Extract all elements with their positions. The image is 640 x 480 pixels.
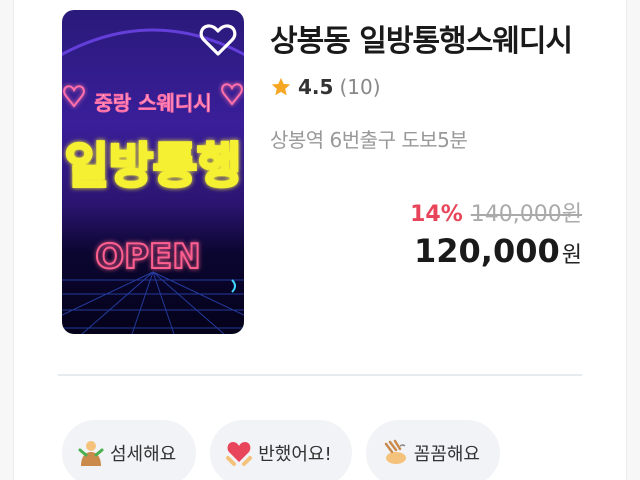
original-price: 140,000원 (470, 202, 582, 227)
star-icon (271, 77, 291, 96)
review-tag-label: 반했어요! (258, 444, 332, 465)
heart-hug-icon (226, 442, 253, 466)
listing-card[interactable]: 중랑 스웨디시 일방통행 OPEN 상봉동 일방통행스웨디시 4.5 (10) … (14, 0, 626, 480)
price-row: 14% 140,000원 (410, 196, 582, 228)
thumbnail-line1: 중랑 스웨디시 (94, 91, 211, 115)
right-edge (626, 0, 640, 480)
rating: 4.5 (10) (270, 72, 381, 102)
neon-sign-image: 중랑 스웨디시 일방통행 OPEN (62, 28, 244, 334)
thumbnail-line3: OPEN (95, 237, 201, 277)
divider (58, 374, 582, 376)
page: 중랑 스웨디시 일방통행 OPEN 상봉동 일방통행스웨디시 4.5 (10) … (0, 0, 640, 480)
review-tag[interactable]: 섬세해요 (62, 420, 197, 480)
favorite-heart-icon[interactable] (199, 22, 237, 58)
listing-thumbnail[interactable]: 중랑 스웨디시 일방통행 OPEN (62, 10, 244, 334)
location-text: 상봉역 6번출구 도보5분 (270, 128, 468, 152)
discount-rate: 14% (410, 202, 463, 227)
rating-score: 4.5 (298, 75, 334, 99)
review-tag[interactable]: 반했어요! (210, 420, 352, 480)
review-tag-label: 꼼꼼해요 (413, 444, 480, 465)
final-price-unit: 원 (561, 243, 582, 268)
review-tag[interactable]: 꼼꼼해요 (365, 420, 500, 480)
listing-title[interactable]: 상봉동 일방통행스웨디시 (270, 16, 573, 60)
thumbnail-line2: 일방통행 (65, 138, 242, 194)
review-tag-label: 섬세해요 (110, 444, 177, 465)
final-price: 120,000 원 (414, 232, 582, 270)
final-price-amount: 120,000 (414, 232, 560, 270)
review-count: (10) (339, 75, 381, 99)
care-person-icon (78, 441, 104, 466)
left-edge (0, 0, 14, 480)
review-tags: 섬세해요 반했어요! 꼼꼼해요 (62, 420, 500, 480)
massage-hands-icon (384, 439, 406, 464)
